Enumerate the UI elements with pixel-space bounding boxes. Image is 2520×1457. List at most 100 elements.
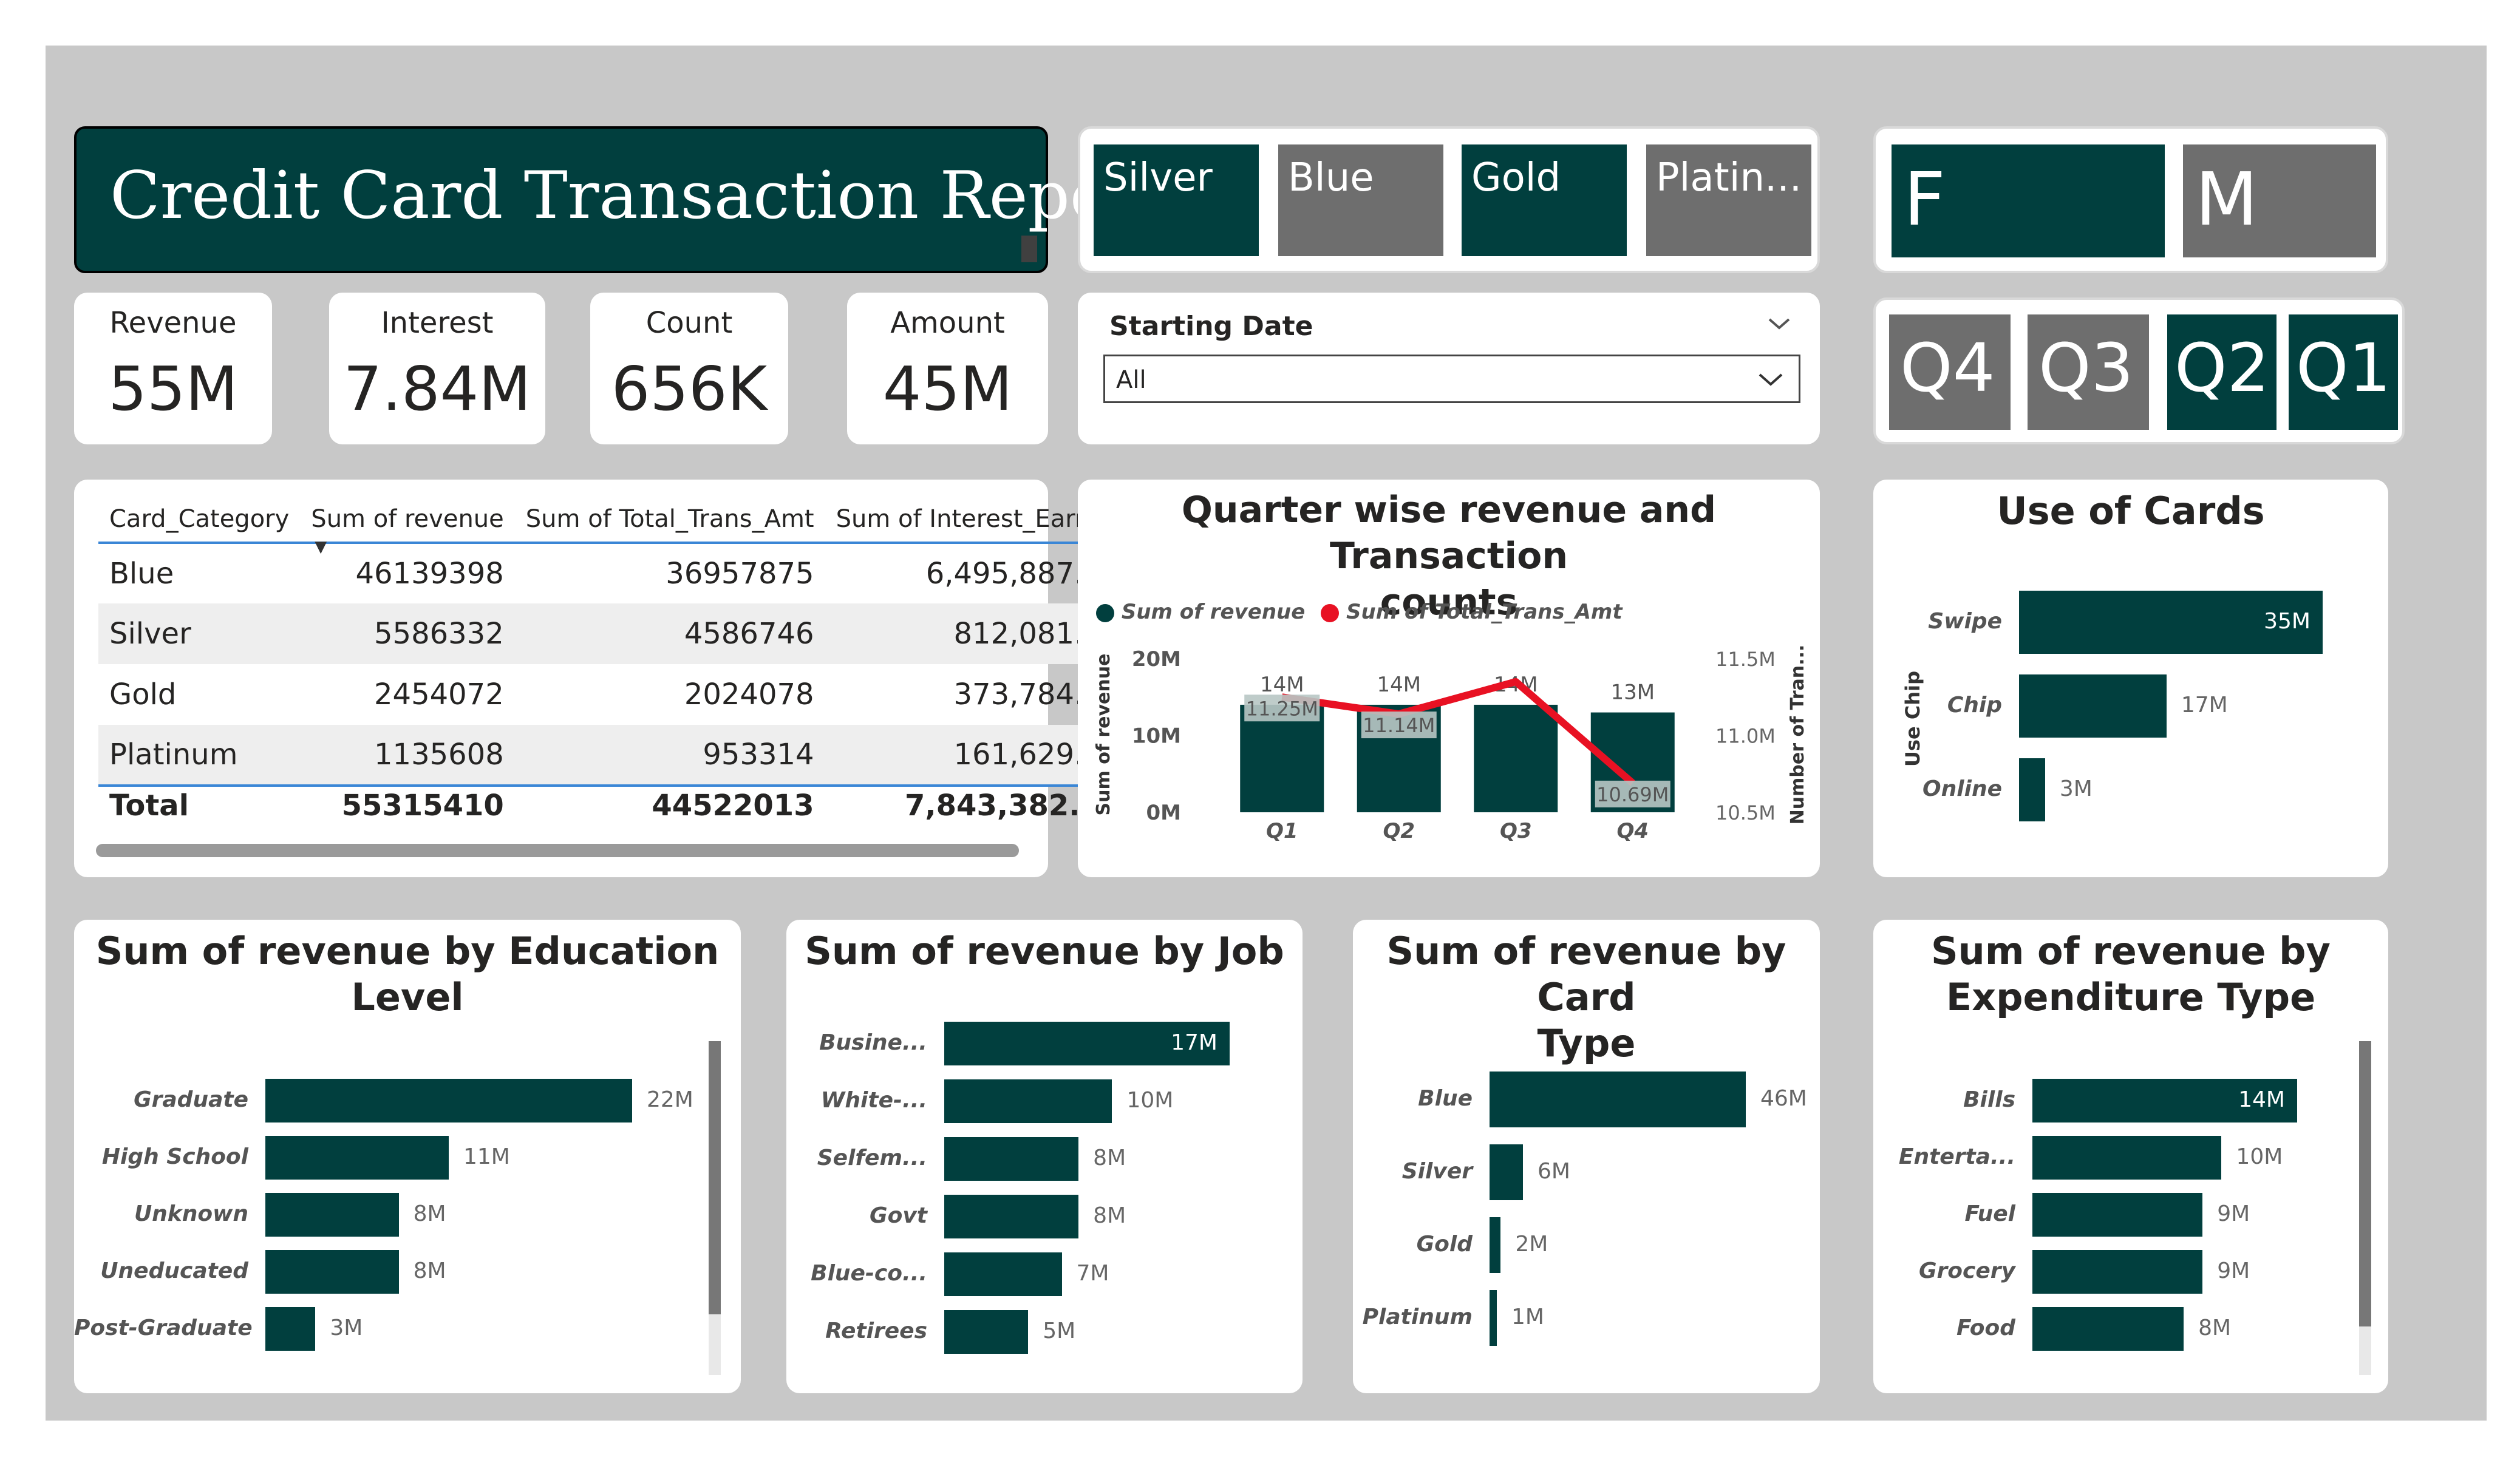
- data-table: Card_Category Sum of revenue ▼ Sum of Tot…: [98, 498, 1132, 824]
- card-type-chart-card: Sum of revenue by Card Type Blue 46M Silve…: [1353, 920, 1820, 1393]
- table-cell: 5586332: [300, 603, 515, 664]
- category-label: Swipe: [1928, 609, 2002, 634]
- category-label: Food: [1956, 1316, 2015, 1340]
- date-slicer-title: Starting Date: [1109, 311, 1313, 342]
- category-label: Platinum: [1362, 1305, 1473, 1330]
- bar: [265, 1307, 316, 1351]
- bar: [265, 1136, 449, 1180]
- y2-tick-label: 11.0M: [1715, 725, 1776, 748]
- y-tick-label: 20M: [1132, 647, 1181, 671]
- data-label: 11M: [463, 1144, 510, 1169]
- expenditure-chart-card: Sum of revenue by Expenditure Type Bills…: [1873, 920, 2388, 1393]
- table-row[interactable]: Silver 5586332 4586746 812,081.28: [98, 603, 1132, 664]
- data-label: 10M: [2236, 1144, 2283, 1169]
- series-line: [1281, 678, 1635, 786]
- bar: [944, 1252, 1062, 1296]
- y-axis-label: Sum of revenue: [1093, 654, 1114, 816]
- report-title-banner[interactable]: Credit Card Transaction Report: [74, 126, 1167, 273]
- data-label: 8M: [2198, 1316, 2232, 1340]
- column-header[interactable]: Card_Category: [98, 498, 300, 543]
- quarter-chart-card: Quarter wise revenue and Transaction cou…: [1078, 480, 1820, 877]
- table-row[interactable]: Platinum 1135608 953314 161,629.05: [98, 725, 1132, 786]
- data-label: 3M: [330, 1316, 363, 1340]
- bar: [2019, 758, 2045, 821]
- data-label: 10.69M: [1596, 783, 1669, 806]
- kpi-card-interest: Interest 7.84M: [329, 293, 545, 444]
- chevron-down-icon[interactable]: [1767, 314, 1791, 333]
- chart-plot: Swipe 35M Chip 17M Online 3M: [1873, 480, 2388, 877]
- data-label: 8M: [1093, 1146, 1126, 1170]
- vertical-scrollbar[interactable]: [2359, 1041, 2371, 1375]
- data-label: 3M: [2059, 776, 2093, 801]
- category-label: Unknown: [134, 1201, 248, 1226]
- bar: [2032, 1307, 2184, 1351]
- date-dropdown[interactable]: All: [1103, 355, 1800, 403]
- kpi-value: 7.84M: [343, 353, 531, 424]
- column-header[interactable]: Sum of Total_Trans_Amt: [515, 498, 825, 543]
- bar: [1490, 1290, 1497, 1346]
- category-label: Enterta...: [1898, 1144, 2015, 1169]
- slicer-button-f[interactable]: F: [1892, 144, 2165, 257]
- category-label: High School: [101, 1144, 248, 1169]
- data-label: 14M: [2238, 1087, 2285, 1112]
- use-of-cards-card: Use of Cards Use Chip Swipe 35M Chip 17M Onl…: [1873, 480, 2388, 877]
- y2-tick-label: 11.5M: [1715, 648, 1776, 671]
- data-label: 13M: [1610, 681, 1655, 705]
- chart-plot: Graduate 22M High School 11M Unknown 8M Uneduc…: [74, 920, 741, 1393]
- vertical-scrollbar[interactable]: [709, 1041, 721, 1375]
- education-chart-card: Sum of revenue by Education Level Gradua…: [74, 920, 741, 1393]
- category-label: Gold: [1416, 1232, 1473, 1257]
- slicer-button-platinum[interactable]: Platin...: [1646, 144, 1811, 256]
- category-label: Govt: [870, 1203, 927, 1228]
- slicer-button-q1[interactable]: Q1: [2289, 314, 2398, 430]
- kpi-value: 45M: [882, 353, 1013, 424]
- quarter-slicer: Q4 Q3 Q2 Q1: [1873, 297, 2405, 444]
- data-label: 9M: [2217, 1201, 2250, 1226]
- scrollbar-thumb[interactable]: [2359, 1041, 2371, 1326]
- bar: [265, 1250, 399, 1294]
- data-label: 1M: [1511, 1305, 1544, 1330]
- category-label: Retirees: [825, 1319, 927, 1343]
- data-label: 5M: [1043, 1319, 1076, 1343]
- slicer-button-q2[interactable]: Q2: [2167, 314, 2277, 430]
- chevron-down-icon: [1759, 373, 1783, 386]
- bar: [265, 1079, 632, 1122]
- x-tick-label: Q3: [1500, 819, 1532, 843]
- kpi-label: Revenue: [109, 306, 237, 340]
- kpi-card-revenue: Revenue 55M: [74, 293, 272, 444]
- x-tick-label: Q2: [1383, 819, 1415, 843]
- horizontal-scrollbar[interactable]: [96, 844, 1019, 857]
- slicer-button-gold[interactable]: Gold: [1462, 144, 1627, 256]
- data-label: 7M: [1076, 1261, 1109, 1286]
- table-row[interactable]: Blue 46139398 36957875 6,495,887.74: [98, 543, 1131, 603]
- resize-handle[interactable]: [1021, 236, 1037, 262]
- starting-date-slicer: Starting Date All: [1078, 293, 1820, 444]
- data-label: 11.25M: [1246, 697, 1318, 720]
- table-cell: Platinum: [98, 725, 301, 786]
- table-row[interactable]: Gold 2454072 2024078 373,784.16: [98, 664, 1131, 725]
- scrollbar-thumb[interactable]: [709, 1041, 721, 1314]
- category-label: Silver: [1401, 1159, 1473, 1184]
- gender-slicer: F M: [1873, 126, 2388, 273]
- bar: [2032, 1193, 2203, 1237]
- slicer-button-m[interactable]: M: [2183, 144, 2376, 257]
- table-cell: Gold: [109, 678, 177, 712]
- y-tick-label: 10M: [1132, 724, 1181, 749]
- table-cell: 55315410: [300, 784, 515, 824]
- slicer-button-silver[interactable]: Silver: [1094, 144, 1259, 256]
- quarter-chart: 20M 10M 0M 11.5M 11.0M 10.5M Sum of revenue Num…: [1093, 645, 1808, 843]
- chart-plot: Busine... 17M White-... 10M Selfem... 8M Govt 8…: [786, 920, 1303, 1393]
- table-total-row: Total 55315410 44522013 7,843,382.23: [98, 784, 1132, 824]
- bar: [1490, 1144, 1524, 1200]
- card-category-table: Card_Category Sum of revenue ▼ Sum of Tot…: [74, 480, 1132, 877]
- column-header[interactable]: Sum of revenue ▼: [300, 498, 514, 556]
- bar: [2032, 1136, 2222, 1180]
- slicer-button-blue[interactable]: Blue: [1278, 144, 1443, 256]
- data-label: 22M: [647, 1087, 693, 1112]
- category-label: Busine...: [819, 1030, 927, 1055]
- bar: [944, 1195, 1079, 1238]
- kpi-label: Amount: [890, 306, 1005, 340]
- slicer-button-q3[interactable]: Q3: [2028, 314, 2149, 430]
- bar: [944, 1137, 1079, 1181]
- slicer-button-q4[interactable]: Q4: [1889, 314, 2011, 430]
